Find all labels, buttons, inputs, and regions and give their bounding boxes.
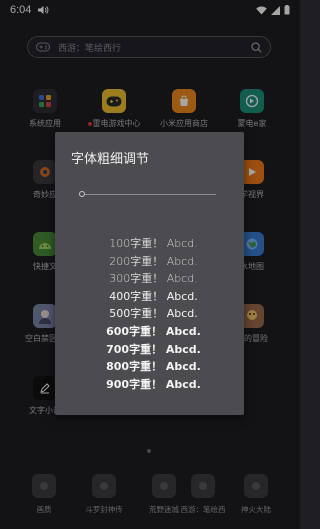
weight-preview-row: 700字重！ Abcd.	[106, 342, 201, 356]
weight-preview-row: 800字重！ Abcd.	[106, 360, 201, 374]
font-weight-slider[interactable]	[79, 190, 216, 198]
weight-preview-list: 100字重！ Abcd. 200字重！ Abcd. 300字重！ Abcd. 400字…	[55, 235, 244, 393]
weight-preview-row: 400字重！ Abcd.	[109, 289, 198, 303]
font-weight-dialog: 字体粗细调节 100字重！ Abcd. 200字重！ Abcd. 300字重！ Ab…	[55, 132, 244, 415]
weight-preview-row: 500字重！ Abcd.	[109, 307, 198, 321]
slider-track	[81, 194, 216, 195]
weight-preview-row: 300字重！ Abcd.	[109, 272, 198, 286]
weight-preview-row: 100字重！ Abcd.	[109, 237, 198, 250]
slider-thumb[interactable]	[79, 191, 85, 197]
weight-preview-row: 600字重！ Abcd.	[106, 324, 201, 338]
dialog-title: 字体粗细调节	[71, 152, 150, 167]
weight-preview-row: 900字重！ Abcd.	[106, 377, 201, 391]
weight-preview-row: 200字重！ Abcd.	[109, 254, 198, 268]
